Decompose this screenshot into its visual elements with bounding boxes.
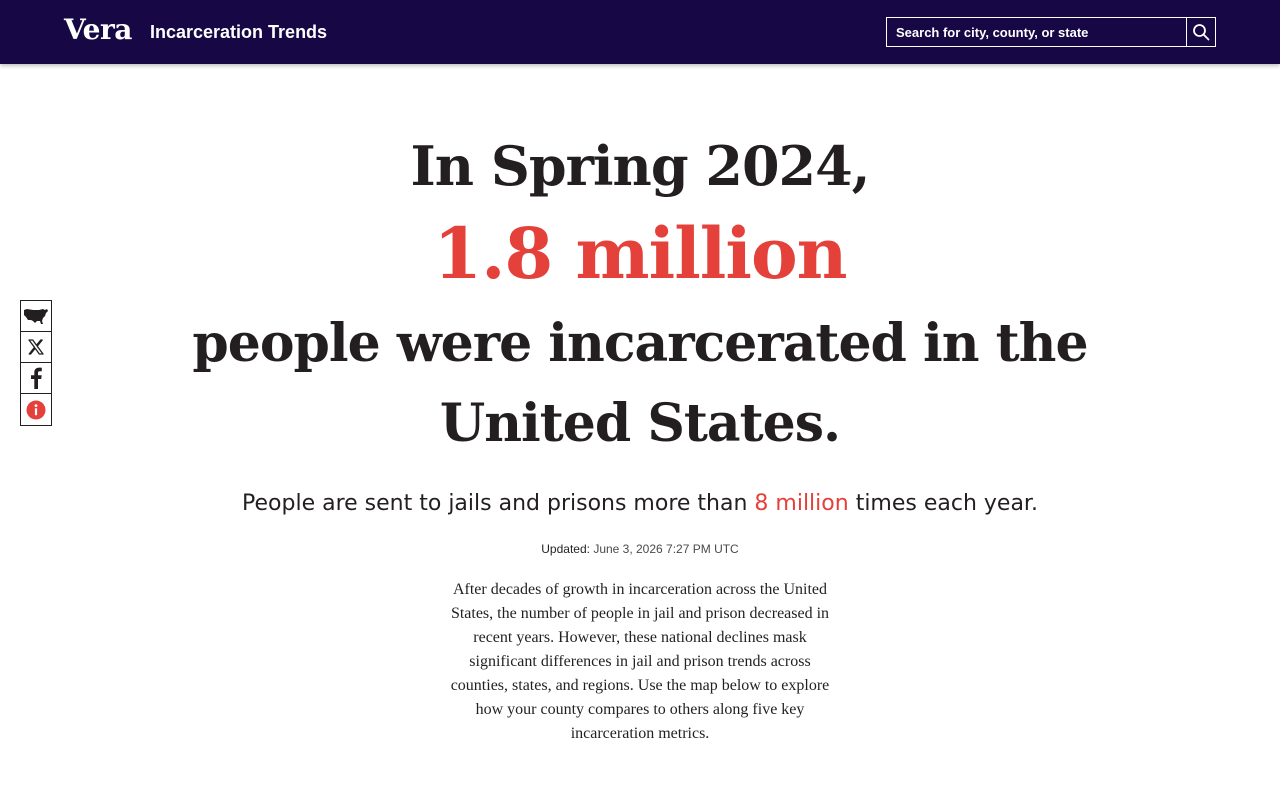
subline-text-post: times each year. <box>855 491 1038 516</box>
hero-headline: In Spring 2024, 1.8 million people were … <box>0 128 1280 464</box>
updated-value: June 3, 2026 7:27 PM UTC <box>593 542 739 556</box>
search-bar <box>886 17 1216 47</box>
subline-number: 8 million <box>754 491 849 516</box>
search-button[interactable] <box>1186 17 1216 47</box>
top-nav-bar: Vera Incarceration Trends <box>0 0 1280 64</box>
headline-period: In Spring 2024, <box>410 134 871 198</box>
search-input[interactable] <box>886 17 1186 47</box>
search-icon <box>1193 24 1210 41</box>
subline-text-pre: People are sent to jails and prisons mor… <box>242 491 748 516</box>
site-title[interactable]: Incarceration Trends <box>150 20 327 44</box>
vera-logo[interactable]: Vera <box>64 14 132 46</box>
updated-label: Updated: <box>541 542 590 556</box>
admissions-subheadline: People are sent to jails and prisons mor… <box>0 488 1280 520</box>
headline-number: 1.8 million <box>433 212 847 295</box>
headline-statement: people were incarcerated in the United S… <box>192 313 1088 454</box>
intro-paragraph: After decades of growth in incarceration… <box>450 581 830 742</box>
updated-timestamp: Updated: June 3, 2026 7:27 PM UTC <box>0 542 1280 556</box>
